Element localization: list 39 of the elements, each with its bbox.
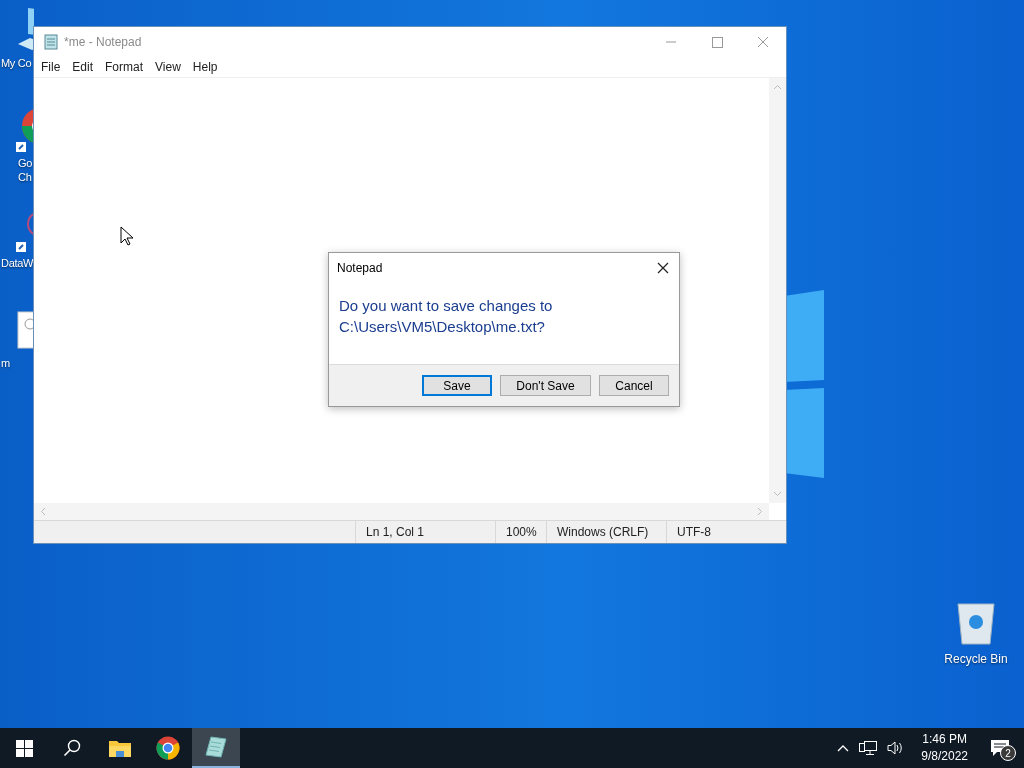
- window-title: *me - Notepad: [64, 35, 143, 49]
- menu-item[interactable]: File: [37, 60, 65, 74]
- menu-item[interactable]: Help: [188, 60, 222, 74]
- status-bar-cell: Windows (CRLF): [547, 521, 667, 543]
- desktop-icon-label[interactable]: Recycle Bin: [944, 652, 1008, 666]
- recycle-bin-icon[interactable]: [956, 602, 996, 646]
- dialog-button[interactable]: Save: [422, 375, 492, 396]
- network-icon[interactable]: [859, 740, 878, 756]
- chrome-icon: [156, 736, 180, 760]
- dialog-button[interactable]: Don't Save: [500, 375, 591, 396]
- desktop-icon-label[interactable]: m: [0, 356, 10, 370]
- status-bar-cell: Ln 1, Col 1: [356, 521, 496, 543]
- folder-icon: [109, 739, 131, 757]
- clock-time[interactable]: 1:46 PM: [922, 731, 967, 748]
- mouse-cursor-icon: [120, 226, 134, 246]
- menu-item[interactable]: Format: [101, 60, 148, 74]
- status-bar-cell: 100%: [496, 521, 547, 543]
- dialog-message: C:\Users\VM5\Desktop\me.txt?: [339, 317, 546, 337]
- desktop-icon-label[interactable]: Go: [0, 156, 33, 170]
- taskbar-button[interactable]: [192, 728, 240, 768]
- desktop-icon-label[interactable]: Ch: [0, 170, 32, 184]
- clock-date[interactable]: 9/8/2022: [921, 748, 968, 765]
- close-icon[interactable]: [657, 262, 669, 274]
- notepad-icon: [43, 34, 59, 50]
- volume-icon[interactable]: [887, 740, 904, 756]
- desktop-icon-label[interactable]: My Co: [0, 56, 32, 70]
- desktop-icon-label[interactable]: DataW: [0, 256, 34, 270]
- status-bar-cell-text: UTF-8: [676, 524, 712, 541]
- menu-item[interactable]: Edit: [68, 60, 98, 74]
- file-icon[interactable]: [16, 308, 34, 352]
- dialog-title: Notepad: [337, 261, 383, 275]
- windows-icon: [15, 739, 33, 757]
- menu-item[interactable]: View: [151, 60, 185, 74]
- search-icon: [63, 739, 81, 757]
- dialog-message: Do you want to save changes to: [339, 296, 554, 316]
- notification-count-badge: 2: [1000, 745, 1016, 761]
- chevron-up-icon[interactable]: [837, 744, 850, 752]
- notepad-icon: [205, 736, 227, 758]
- dialog-button[interactable]: Cancel: [599, 375, 669, 396]
